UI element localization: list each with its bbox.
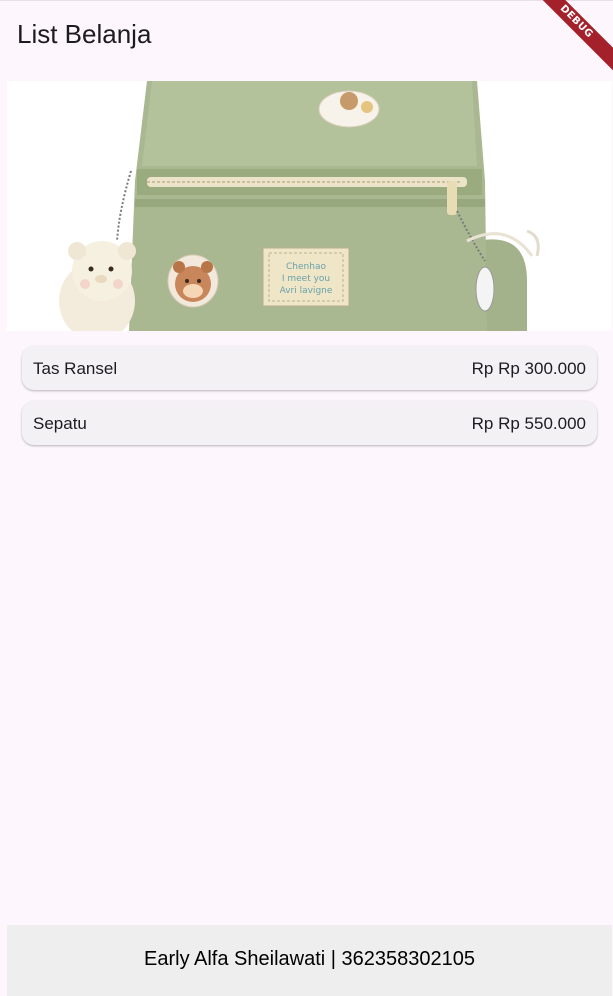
backpack-illustration: Chenhao I meet you Avri lavigne	[7, 81, 612, 331]
list-item[interactable]: Sepatu Rp Rp 550.000	[22, 401, 597, 445]
patch-line-2: I meet you	[282, 274, 330, 284]
item-name: Tas Ransel	[33, 359, 118, 378]
patch-line-3: Avri lavigne	[280, 286, 333, 296]
list-item[interactable]: Tas Ransel Rp Rp 300.000	[22, 346, 597, 390]
app-bar: List Belanja	[0, 0, 613, 70]
item-name: Sepatu	[33, 414, 87, 433]
footer: Early Alfa Sheilawati | 362358302105	[7, 925, 612, 996]
item-price: Rp Rp 300.000	[471, 359, 586, 378]
item-price: Rp Rp 550.000	[471, 414, 586, 433]
product-image: Chenhao I meet you Avri lavigne	[7, 81, 612, 331]
page-title: List Belanja	[17, 19, 152, 49]
footer-credit: Early Alfa Sheilawati | 362358302105	[144, 948, 475, 970]
patch-line-1: Chenhao	[286, 262, 326, 272]
